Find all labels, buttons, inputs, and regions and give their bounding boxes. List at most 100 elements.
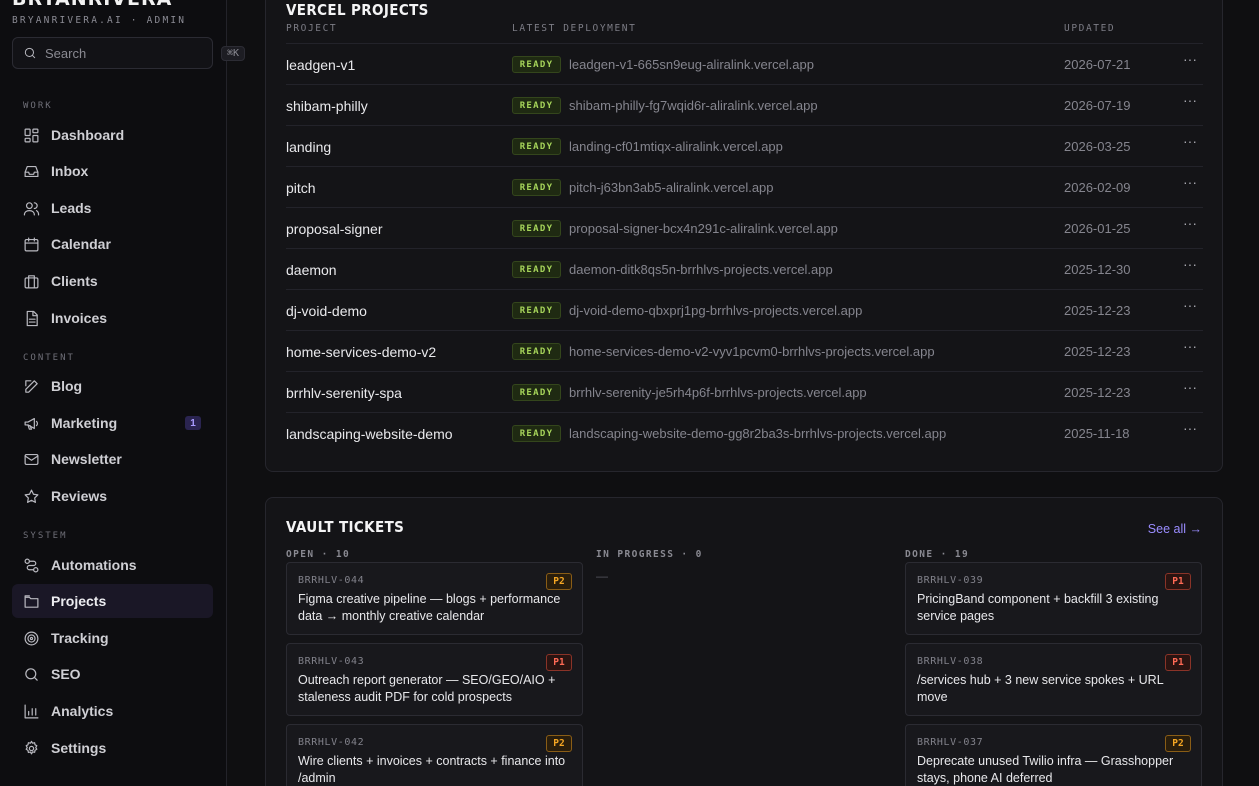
table-row[interactable]: landscaping-website-demo READY landscapi… xyxy=(286,412,1203,453)
updated-date: 2025-12-23 xyxy=(1064,385,1131,400)
ticket-id: BRRHLV-039 xyxy=(917,575,984,586)
project-name[interactable]: leadgen-v1 xyxy=(286,57,355,73)
more-options-icon[interactable]: ··· xyxy=(1182,216,1198,234)
priority-badge: P2 xyxy=(546,735,572,752)
sidebar-item-blog[interactable]: Blog xyxy=(12,369,213,403)
ticket-title: Deprecate unused Twilio infra — Grasshop… xyxy=(917,754,1174,785)
project-name[interactable]: shibam-philly xyxy=(286,98,368,114)
project-name[interactable]: pitch xyxy=(286,180,316,196)
sidebar-item-analytics[interactable]: Analytics xyxy=(12,694,213,728)
table-row[interactable]: home-services-demo-v2 READY home-service… xyxy=(286,330,1203,371)
deployment-url[interactable]: landscaping-website-demo-gg8r2ba3s-brrhl… xyxy=(569,426,946,441)
deployment-url[interactable]: leadgen-v1-665sn9eug-aliralink.vercel.ap… xyxy=(569,57,814,72)
sidebar-item-calendar[interactable]: Calendar xyxy=(12,227,213,261)
mail-icon xyxy=(23,451,40,468)
project-name[interactable]: proposal-signer xyxy=(286,221,383,237)
sidebar-item-label: Inbox xyxy=(51,163,89,179)
ticket-card[interactable]: BRRHLV-037 P2 Deprecate unused Twilio in… xyxy=(905,724,1202,786)
more-options-icon[interactable]: ··· xyxy=(1182,380,1198,398)
deployment-url[interactable]: shibam-philly-fg7wqid6r-aliralink.vercel… xyxy=(569,98,818,113)
sidebar-item-automations[interactable]: Automations xyxy=(12,548,213,582)
more-options-icon[interactable]: ··· xyxy=(1182,339,1198,357)
brand-logo[interactable]: BRYANRIVERA xyxy=(12,0,172,10)
sidebar-item-label: Invoices xyxy=(51,310,108,326)
sidebar-item-label: Settings xyxy=(51,740,107,756)
column-header-open: OPEN · 10 xyxy=(286,549,351,560)
deployment-url[interactable]: home-services-demo-v2-vyv1pcvm0-brrhlvs-… xyxy=(569,344,935,359)
deployment-url[interactable]: dj-void-demo-qbxprj1pg-brrhlvs-projects.… xyxy=(569,303,862,318)
more-options-icon[interactable]: ··· xyxy=(1182,175,1198,193)
card-title: VAULT TICKETS xyxy=(286,518,405,536)
table-row[interactable]: pitch READY pitch-j63bn3ab5-aliralink.ve… xyxy=(286,166,1203,207)
ticket-id: BRRHLV-044 xyxy=(298,575,365,586)
sidebar-item-seo[interactable]: SEO xyxy=(12,657,213,691)
table-row[interactable]: landing READY landing-cf01mtiqx-aliralin… xyxy=(286,125,1203,166)
table-row[interactable]: proposal-signer READY proposal-signer-bc… xyxy=(286,207,1203,248)
column-header-updated: UPDATED xyxy=(1064,23,1116,34)
status-badge: READY xyxy=(512,302,561,319)
sidebar-item-inbox[interactable]: Inbox xyxy=(12,154,213,188)
more-options-icon[interactable]: ··· xyxy=(1182,134,1198,152)
table-row[interactable]: dj-void-demo READY dj-void-demo-qbxprj1p… xyxy=(286,289,1203,330)
sidebar-item-invoices[interactable]: Invoices xyxy=(12,301,213,335)
sidebar: BRYANRIVERA BRYANRIVERA.AI · ADMIN ⌘K WO… xyxy=(0,0,246,786)
table-row[interactable]: leadgen-v1 READY leadgen-v1-665sn9eug-al… xyxy=(286,43,1203,84)
sidebar-item-leads[interactable]: Leads xyxy=(12,191,213,225)
ticket-card[interactable]: BRRHLV-043 P1 Outreach report generator … xyxy=(286,643,583,716)
ticket-title: PricingBand component + backfill 3 exist… xyxy=(917,592,1159,623)
sidebar-item-label: Leads xyxy=(51,200,92,216)
ticket-card[interactable]: BRRHLV-039 P1 PricingBand component + ba… xyxy=(905,562,1202,635)
sidebar-item-tracking[interactable]: Tracking xyxy=(12,621,213,655)
updated-date: 2026-01-25 xyxy=(1064,221,1131,236)
project-name[interactable]: home-services-demo-v2 xyxy=(286,344,436,360)
sidebar-item-newsletter[interactable]: Newsletter xyxy=(12,442,213,476)
edit-icon xyxy=(23,378,40,395)
section-label-system: SYSTEM xyxy=(23,531,68,541)
status-badge: READY xyxy=(512,220,561,237)
ticket-card[interactable]: BRRHLV-044 P2 Figma creative pipeline — … xyxy=(286,562,583,635)
document-icon xyxy=(23,310,40,327)
search-box[interactable]: ⌘K xyxy=(12,37,246,69)
column-header-deployment: LATEST DEPLOYMENT xyxy=(512,23,637,34)
more-options-icon[interactable]: ··· xyxy=(1182,421,1198,439)
project-name[interactable]: dj-void-demo xyxy=(286,303,367,319)
see-all-link[interactable]: See all → xyxy=(1148,522,1202,536)
deployment-url[interactable]: proposal-signer-bcx4n291c-aliralink.verc… xyxy=(569,221,838,236)
more-options-icon[interactable]: ··· xyxy=(1182,52,1198,70)
project-name[interactable]: daemon xyxy=(286,262,337,278)
status-badge: READY xyxy=(512,56,561,73)
project-name[interactable]: brrhlv-serenity-spa xyxy=(286,385,402,401)
deployment-url[interactable]: brrhlv-serenity-je5rh4p6f-brrhlvs-projec… xyxy=(569,385,867,400)
sidebar-item-projects[interactable]: Projects xyxy=(12,584,213,618)
status-badge: READY xyxy=(512,425,561,442)
sidebar-item-clients[interactable]: Clients xyxy=(12,264,213,298)
table-row[interactable]: daemon READY daemon-ditk8qs5n-brrhlvs-pr… xyxy=(286,248,1203,289)
vercel-projects-card: VERCEL PROJECTS PROJECT LATEST DEPLOYMEN… xyxy=(265,0,1223,472)
section-label-content: CONTENT xyxy=(23,353,75,363)
status-badge: READY xyxy=(512,179,561,196)
status-badge: READY xyxy=(512,97,561,114)
sidebar-item-dashboard[interactable]: Dashboard xyxy=(12,118,213,152)
deployment-url[interactable]: landing-cf01mtiqx-aliralink.vercel.app xyxy=(569,139,783,154)
sidebar-item-marketing[interactable]: Marketing 1 xyxy=(12,406,213,440)
more-options-icon[interactable]: ··· xyxy=(1182,298,1198,316)
more-options-icon[interactable]: ··· xyxy=(1182,93,1198,111)
status-badge: READY xyxy=(512,261,561,278)
megaphone-icon xyxy=(23,415,40,432)
gear-icon xyxy=(23,740,40,757)
search-input[interactable] xyxy=(45,45,221,61)
column-header-in-progress: IN PROGRESS · 0 xyxy=(596,549,703,560)
sidebar-item-reviews[interactable]: Reviews xyxy=(12,479,213,513)
sidebar-item-label: Marketing xyxy=(51,415,118,431)
table-row[interactable]: shibam-philly READY shibam-philly-fg7wqi… xyxy=(286,84,1203,125)
deployment-url[interactable]: daemon-ditk8qs5n-brrhlvs-projects.vercel… xyxy=(569,262,833,277)
deployment-url[interactable]: pitch-j63bn3ab5-aliralink.vercel.app xyxy=(569,180,774,195)
bar-chart-icon xyxy=(23,703,40,720)
table-row[interactable]: brrhlv-serenity-spa READY brrhlv-serenit… xyxy=(286,371,1203,412)
sidebar-item-settings[interactable]: Settings xyxy=(12,731,213,765)
project-name[interactable]: landing xyxy=(286,139,331,155)
ticket-card[interactable]: BRRHLV-042 P2 Wire clients + invoices + … xyxy=(286,724,583,786)
more-options-icon[interactable]: ··· xyxy=(1182,257,1198,275)
project-name[interactable]: landscaping-website-demo xyxy=(286,426,453,442)
ticket-card[interactable]: BRRHLV-038 P1 /services hub + 3 new serv… xyxy=(905,643,1202,716)
